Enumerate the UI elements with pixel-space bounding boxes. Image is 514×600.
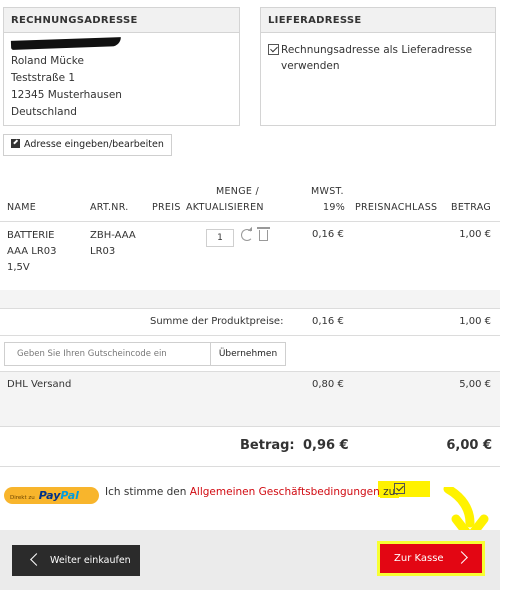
shipping-checkbox-label: Rechnungsadresse als Lieferadresse verwe… [281,44,473,72]
total-vat: 0,96 € [303,438,349,453]
terms-checkbox[interactable] [394,483,405,494]
product-artnr-line: ZBH-AAA [90,230,136,241]
checkout-label: Zur Kasse [394,553,444,564]
paypal-logo: PayPal [39,489,79,502]
spacer-band [0,290,500,308]
header-discount: PREISNACHLASS [355,202,438,213]
product-name-line: 1,5V [7,262,30,273]
header-amount: BETRAG [451,202,492,213]
edit-address-button[interactable]: Adresse eingeben/bearbeiten [3,134,172,156]
redacted-text [10,37,122,50]
shipping-amount: 5,00 € [459,379,491,390]
quantity-input[interactable]: 1 [206,229,234,247]
paypal-logo-light: Pal [60,489,79,502]
continue-shopping-label: Weiter einkaufen [50,555,131,566]
product-name: BATTERIE AAA LR03 1,5V [7,228,57,276]
divider [0,335,500,336]
product-name-line: AAA LR03 [7,246,57,257]
apply-coupon-button[interactable]: Übernehmen [210,342,286,366]
subtotal-vat: 0,16 € [312,316,344,327]
refresh-icon[interactable] [241,229,253,241]
header-name: NAME [7,202,37,213]
trash-icon[interactable] [257,227,270,241]
total-label: Betrag: [240,438,295,453]
edit-icon [11,139,20,148]
billing-city: 12345 Musterhausen [11,89,122,101]
shipping-vat: 0,80 € [312,379,344,390]
subtotal-amount: 1,00 € [459,316,491,327]
shipping-address-title: LIEFERADRESSE [261,8,495,33]
divider [0,308,500,309]
product-artnr: ZBH-AAA LR03 [90,228,136,260]
billing-name: Roland Mücke [11,55,84,67]
header-vat-line1: MWST. [311,186,344,197]
divider [0,466,500,467]
divider [0,221,500,222]
continue-shopping-button[interactable]: Weiter einkaufen [12,545,140,576]
product-amount: 1,00 € [459,229,491,240]
shipping-same-as-billing[interactable]: Rechnungsadresse als Lieferadresse verwe… [261,33,495,83]
terms-text-before: Ich stimme den [105,486,190,498]
billing-country: Deutschland [11,106,77,118]
header-artnr: ART.NR. [90,202,129,213]
checkout-button[interactable]: Zur Kasse [377,541,485,576]
divider [0,426,500,427]
total-amount: 6,00 € [446,438,492,453]
paypal-express-button[interactable]: Direkt zu PayPal [4,487,99,504]
shipping-address-box: LIEFERADRESSE Rechnungsadresse als Liefe… [260,7,496,126]
product-artnr-line: LR03 [90,246,116,257]
edit-address-label: Adresse eingeben/bearbeiten [24,139,164,150]
paypal-prefix: Direkt zu [10,495,35,501]
header-qty-line1: MENGE / [216,186,259,197]
header-qty-line2: AKTUALISIEREN [186,202,264,213]
header-price: PREIS [152,202,181,213]
product-name-line: BATTERIE [7,230,55,241]
subtotal-label: Summe der Produktpreise: [150,316,284,327]
chevron-left-icon [30,553,43,566]
terms-link[interactable]: Allgemeinen Geschäftsbedingungen [190,486,380,498]
chevron-right-icon [455,551,468,564]
paypal-logo-dark: Pay [38,489,61,502]
terms-statement: Ich stimme den Allgemeinen Geschäftsbedi… [105,486,399,498]
shipping-method-label: DHL Versand [7,379,72,390]
billing-address-box: RECHNUNGSADRESSE Roland Mücke Teststraße… [3,7,240,126]
billing-address-body: Roland Mücke Teststraße 1 12345 Musterha… [4,33,239,127]
checkbox-icon[interactable] [268,44,279,55]
billing-street: Teststraße 1 [11,72,76,84]
header-vat-line2: 19% [323,202,346,213]
coupon-code-input[interactable] [4,342,211,366]
spacer-band [0,398,500,426]
billing-address-title: RECHNUNGSADRESSE [4,8,239,33]
shipping-cost-row [0,372,500,398]
product-vat: 0,16 € [312,229,344,240]
